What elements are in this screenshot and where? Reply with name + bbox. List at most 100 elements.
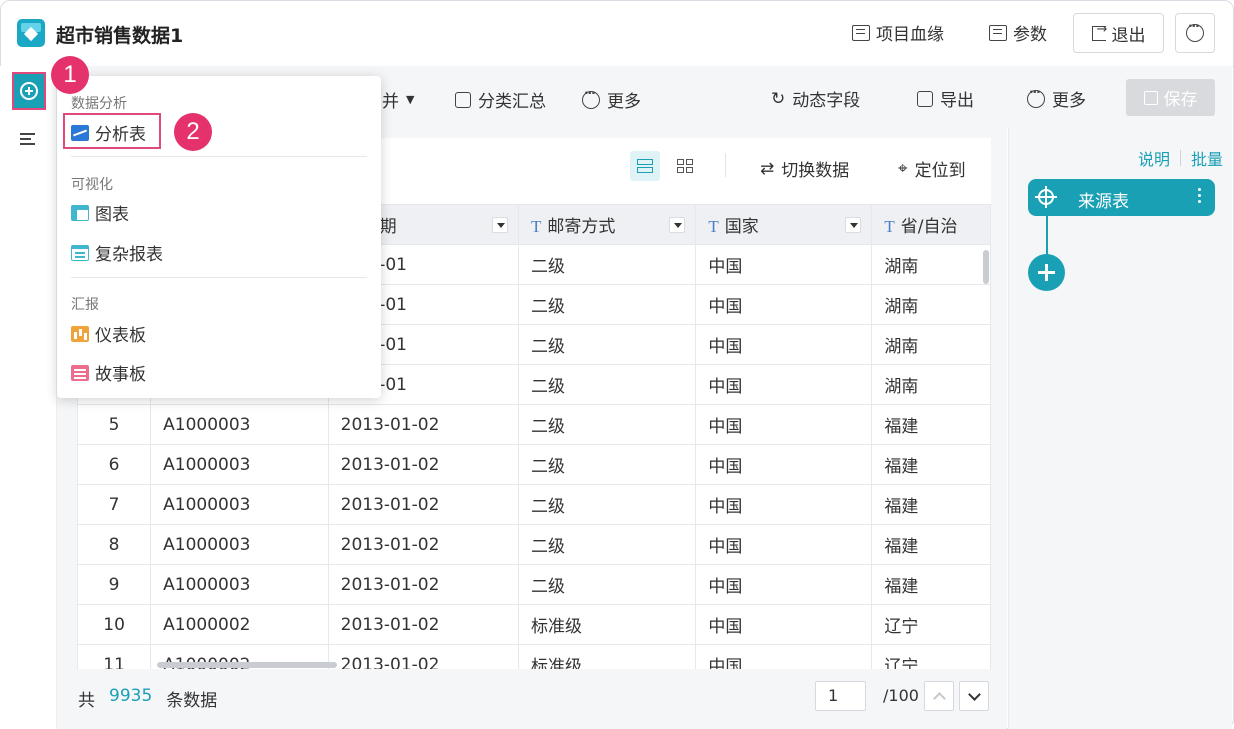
column-filter-dropdown[interactable] (669, 217, 686, 233)
outline-list-icon[interactable] (20, 133, 37, 147)
batch-link[interactable]: 批量 (1191, 146, 1223, 170)
lineage-icon (852, 24, 870, 41)
add-step-button[interactable] (1028, 254, 1065, 291)
page-number-input[interactable]: 1 (815, 681, 866, 711)
table-cell: 二级 (518, 484, 697, 525)
table-cell: 二级 (518, 564, 697, 605)
params-button[interactable]: 参数 (989, 20, 1047, 45)
menu-section-report: 汇报 (71, 297, 99, 313)
save-button[interactable]: 保存 (1126, 79, 1215, 116)
table-cell: 中国 (695, 524, 873, 565)
table-cell: 2013-01-02 (327, 404, 520, 445)
export-icon (917, 90, 933, 107)
table-cell: 福建 (871, 444, 991, 485)
table-cell: 二级 (518, 444, 697, 485)
table-cell: 福建 (871, 564, 991, 605)
table-cell: 二级 (518, 284, 697, 325)
right-panel-links: 说明 批量 (1138, 146, 1223, 170)
table-row[interactable]: 8 A1000003 2013-01-02 二级 中国 福建 (77, 524, 991, 565)
target-icon (1035, 186, 1057, 208)
table-cell: 6 (77, 444, 152, 485)
group-summary-button[interactable]: 分类汇总 (455, 87, 546, 112)
menu-item-chart[interactable]: 图表 (71, 200, 129, 225)
right-panel (1008, 128, 1232, 729)
exit-label: 退出 (1111, 25, 1146, 46)
dynamic-field-button[interactable]: ↻ 动态字段 (771, 86, 861, 112)
more-left-label: 更多 (607, 92, 641, 112)
menu-item-complex-report[interactable]: 复杂报表 (71, 240, 163, 265)
toolbar-more-right-button[interactable]: 更多 (1027, 85, 1086, 111)
table-cell: 中国 (695, 564, 873, 605)
record-count: 共 9935 条数据 (78, 686, 218, 711)
refresh-icon: ↻ (771, 88, 786, 109)
export-label: 导出 (940, 91, 974, 111)
export-button[interactable]: 导出 (917, 86, 974, 111)
list-view-button[interactable] (630, 151, 660, 181)
dynamic-field-label: 动态字段 (792, 91, 861, 111)
table-cell: 二级 (518, 324, 697, 365)
table-cell: 中国 (695, 444, 873, 485)
table-row[interactable]: 6 A1000003 2013-01-02 二级 中国 福建 (77, 444, 991, 485)
table-cell: 11 (77, 644, 152, 669)
divider (71, 277, 367, 278)
menu-item-storyboard[interactable]: 故事板 (71, 360, 146, 385)
column-header[interactable]: T 省/自治 (871, 204, 991, 245)
chevron-down-icon: ▼ (406, 93, 415, 106)
save-label: 保存 (1163, 90, 1198, 110)
record-count-value: 9935 (109, 686, 153, 706)
column-filter-dropdown[interactable] (492, 217, 509, 233)
node-connector (1046, 216, 1048, 256)
column-header[interactable]: T 国家 (695, 204, 873, 245)
lineage-button[interactable]: 项目血缘 (852, 20, 944, 45)
params-icon (989, 24, 1007, 41)
menu-item-dashboard[interactable]: 仪表板 (71, 321, 146, 346)
table-cell: 2013-01-02 (327, 444, 520, 485)
table-row[interactable]: 7 A1000003 2013-01-02 二级 中国 福建 (77, 484, 991, 525)
explain-link[interactable]: 说明 (1138, 146, 1170, 170)
group-summary-icon (455, 91, 471, 108)
table-row[interactable]: 9 A1000003 2013-01-02 二级 中国 福建 (77, 564, 991, 605)
menu-section-visual: 可视化 (71, 177, 113, 193)
toolbar-more-left-button[interactable]: 更多 (582, 86, 641, 112)
lineage-label: 项目血缘 (876, 25, 944, 45)
add-analysis-button[interactable] (12, 72, 46, 110)
exit-button[interactable]: 退出 (1073, 13, 1164, 53)
next-page-button[interactable] (959, 681, 989, 711)
vertical-scrollbar[interactable] (983, 250, 989, 284)
table-cell: 湖南 (871, 244, 991, 285)
table-row[interactable]: 5 A1000003 2013-01-02 二级 中国 福建 (77, 404, 991, 445)
divider (71, 156, 367, 157)
grid-view-button[interactable] (670, 151, 700, 181)
table-cell: 湖南 (871, 364, 991, 405)
merge-button[interactable]: 并 ▼ (382, 87, 414, 112)
step-badge-2: 2 (174, 113, 212, 151)
table-cell: 二级 (518, 524, 697, 565)
table-row[interactable]: 10 A1000002 2013-01-02 标准级 中国 辽宁 (77, 604, 991, 645)
table-cell: 辽宁 (871, 644, 991, 669)
merge-label: 并 (382, 92, 399, 112)
table-cell: 标准级 (518, 644, 697, 669)
chevron-down-icon (967, 687, 981, 701)
text-type-icon: T (884, 217, 895, 236)
column-filter-dropdown[interactable] (845, 217, 862, 233)
prev-page-button[interactable] (924, 681, 954, 711)
source-table-node[interactable]: 来源表 (1028, 179, 1215, 216)
kebab-menu-icon[interactable] (1198, 188, 1201, 204)
header-more-button[interactable] (1175, 13, 1215, 53)
locate-button[interactable]: ⌖ 定位到 (898, 156, 966, 182)
table-cell: 湖南 (871, 324, 991, 365)
switch-data-label: 切换数据 (781, 161, 850, 181)
switch-data-button[interactable]: ⇄ 切换数据 (760, 156, 850, 182)
table-cell: A1000002 (150, 604, 329, 645)
table-cell: 10 (77, 604, 152, 645)
crosshair-icon: ⌖ (898, 158, 908, 179)
table-cell: 福建 (871, 404, 991, 445)
table-cell: 福建 (871, 524, 991, 565)
table-cell: 中国 (695, 604, 873, 645)
horizontal-scrollbar[interactable] (157, 662, 337, 668)
table-cell: 中国 (695, 244, 873, 285)
table-cell: A1000003 (150, 524, 329, 565)
table-cell: 二级 (518, 244, 697, 285)
table-cell: 中国 (695, 284, 873, 325)
column-header[interactable]: T 邮寄方式 (518, 204, 697, 245)
